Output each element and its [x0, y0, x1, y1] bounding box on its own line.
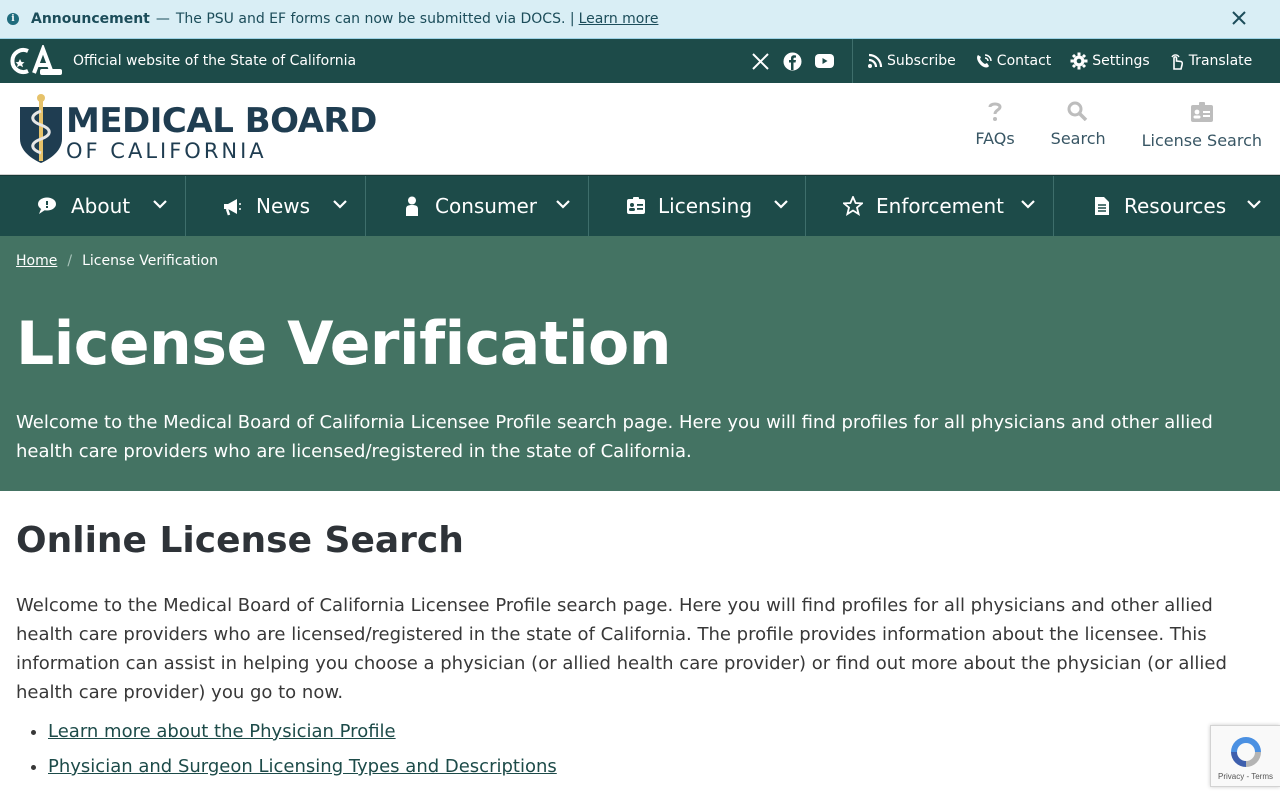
site-header: MEDICAL BOARD OF CALIFORNIA FAQs Search … — [0, 83, 1280, 175]
phone-icon — [976, 54, 992, 68]
search-link[interactable]: Search — [1051, 101, 1106, 150]
state-bar: Official website of the State of Califor… — [0, 39, 1280, 83]
recaptcha-links[interactable]: Privacy - Terms — [1218, 772, 1273, 781]
x-icon[interactable] — [750, 51, 770, 71]
header-quick-links: FAQs Search License Search — [939, 101, 1262, 150]
section-heading: Online License Search — [16, 520, 464, 561]
id-badge-icon — [627, 197, 645, 214]
chat-icon — [38, 197, 56, 214]
nav-about[interactable]: About — [0, 176, 186, 236]
license-search-label: License Search — [1141, 131, 1262, 150]
official-website-text: Official website of the State of Califor… — [73, 53, 357, 69]
search-icon — [1067, 101, 1088, 121]
gear-icon — [1070, 52, 1088, 70]
close-icon[interactable] — [1230, 9, 1248, 27]
chevron-down-icon — [1247, 200, 1261, 209]
nav-resources-label: Resources — [1124, 194, 1227, 218]
recaptcha-icon — [1230, 737, 1261, 767]
recaptcha-badge[interactable]: Privacy - Terms — [1210, 725, 1280, 787]
chevron-down-icon — [774, 200, 788, 209]
facebook-icon[interactable] — [782, 51, 802, 71]
person-icon — [406, 196, 418, 216]
physician-profile-link[interactable]: Learn more about the Physician Profile — [48, 721, 396, 742]
nav-consumer-label: Consumer — [435, 194, 537, 218]
star-icon — [843, 196, 863, 216]
breadcrumb: Home / License Verification — [16, 253, 218, 269]
contact-label: Contact — [996, 53, 1052, 69]
nav-enforcement-label: Enforcement — [876, 194, 1004, 218]
section-intro: Welcome to the Medical Board of Californ… — [16, 595, 1227, 703]
chevron-down-icon — [556, 200, 570, 209]
hand-pointer-icon — [1171, 54, 1183, 70]
nav-licensing-label: Licensing — [658, 194, 753, 218]
breadcrumb-current: License Verification — [82, 253, 218, 269]
nav-enforcement[interactable]: Enforcement — [806, 176, 1054, 236]
megaphone-icon — [224, 199, 241, 216]
translate-label: Translate — [1188, 53, 1253, 69]
hero-description: Welcome to the Medical Board of Californ… — [16, 412, 1213, 462]
nav-news-label: News — [256, 194, 311, 218]
subscribe-label: Subscribe — [887, 53, 956, 69]
list-item: Learn more about the Physician Profile — [48, 721, 557, 742]
nav-resources[interactable]: Resources — [1054, 176, 1280, 236]
resource-links-list: Learn more about the Physician Profile P… — [48, 721, 557, 791]
chevron-down-icon — [1021, 200, 1035, 209]
announcement-message: The PSU and EF forms can now be submitte… — [175, 11, 575, 27]
list-item: Physician and Surgeon Licensing Types an… — [48, 756, 557, 777]
nav-about-label: About — [71, 194, 131, 218]
nav-consumer[interactable]: Consumer — [366, 176, 589, 236]
id-card-icon — [1190, 102, 1213, 122]
faqs-link[interactable]: FAQs — [975, 101, 1015, 150]
license-search-link[interactable]: License Search — [1142, 101, 1262, 150]
licensing-types-link[interactable]: Physician and Surgeon Licensing Types an… — [48, 756, 557, 777]
question-icon — [988, 102, 1002, 121]
settings-link[interactable]: Settings — [1070, 52, 1150, 70]
utility-links: Subscribe Contact Settings Translate — [867, 39, 1271, 83]
chevron-down-icon — [153, 200, 167, 209]
logo-line-1: MEDICAL BOARD — [66, 101, 377, 141]
social-links — [750, 39, 846, 83]
translate-link[interactable]: Translate — [1169, 52, 1253, 70]
rss-icon — [868, 53, 883, 68]
breadcrumb-home[interactable]: Home — [16, 253, 57, 269]
main-navigation: About News Consumer Licensing Enforcemen… — [0, 175, 1280, 236]
page-title: License Verification — [16, 309, 671, 379]
statebar-divider — [852, 39, 853, 83]
medical-board-logo[interactable]: MEDICAL BOARD OF CALIFORNIA — [18, 93, 377, 165]
contact-link[interactable]: Contact — [975, 53, 1051, 69]
nav-licensing[interactable]: Licensing — [589, 176, 806, 236]
announcement-title: Announcement — [31, 11, 150, 27]
nav-news[interactable]: News — [186, 176, 366, 236]
faqs-label: FAQs — [975, 129, 1015, 148]
announcement-dash: — — [155, 11, 170, 27]
caduceus-shield-icon — [20, 94, 62, 163]
learn-more-link[interactable]: Learn more — [579, 11, 659, 27]
page-hero: Home / License Verification License Veri… — [0, 236, 1280, 491]
logo-line-2: OF CALIFORNIA — [66, 139, 267, 163]
ca-gov-logo[interactable] — [10, 45, 64, 77]
document-icon — [1095, 197, 1109, 215]
subscribe-link[interactable]: Subscribe — [867, 53, 956, 69]
settings-label: Settings — [1092, 53, 1150, 69]
youtube-icon[interactable] — [814, 51, 834, 71]
chevron-down-icon — [333, 200, 347, 209]
info-icon: i — [7, 13, 19, 25]
search-label: Search — [1050, 129, 1106, 148]
announcement-bar: i Announcement — The PSU and EF forms ca… — [0, 0, 1280, 39]
breadcrumb-separator: / — [67, 253, 73, 269]
